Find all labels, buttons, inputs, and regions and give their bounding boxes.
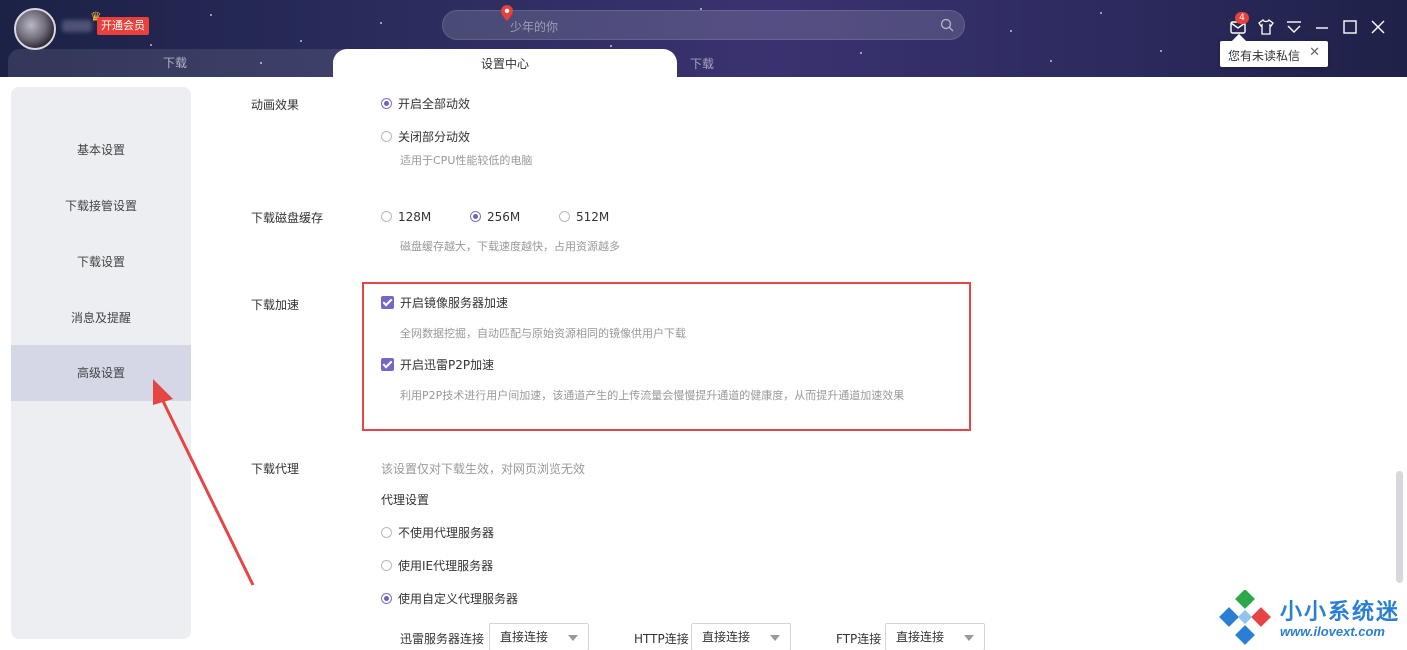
- title-bar: ♛ 开通会员 少年的你 4 下载 下载: [0, 0, 1407, 77]
- chevron-down-icon: [964, 635, 974, 641]
- vip-button[interactable]: 开通会员: [97, 17, 149, 35]
- annotation-arrow: [153, 379, 255, 586]
- option-label: 使用自定义代理服务器: [398, 592, 519, 606]
- tooltip-text: 您有未读私信: [1228, 49, 1301, 63]
- sidebar-item-download-takeover[interactable]: 下载接管设置: [11, 178, 191, 234]
- animation-hint: 适用于CPU性能较低的电脑: [400, 154, 533, 167]
- sidebar-item-download[interactable]: 下载设置: [11, 234, 191, 290]
- cache-option-512[interactable]: 512M: [559, 209, 609, 225]
- chevron-down-icon: [568, 635, 578, 641]
- menu-dropdown-icon[interactable]: [1285, 18, 1303, 36]
- p2p-acceleration-checkbox[interactable]: 开启迅雷P2P加速: [381, 357, 494, 373]
- select-value: 直接连接: [500, 630, 549, 644]
- checkbox-checked[interactable]: [381, 358, 394, 371]
- mirror-acceleration-checkbox[interactable]: 开启镜像服务器加速: [381, 295, 508, 311]
- tab-settings[interactable]: 设置中心: [333, 49, 677, 79]
- username-blurred: [62, 20, 92, 32]
- radio-unselected[interactable]: [381, 560, 392, 571]
- acceleration-label: 下载加速: [251, 298, 300, 312]
- checkbox-checked[interactable]: [381, 296, 394, 309]
- disk-cache-label: 下载磁盘缓存: [251, 211, 324, 225]
- radio-selected[interactable]: [470, 211, 481, 222]
- p2p-hint: 利用P2P技术进行用户间加速，该通道产生的上传流量会慢慢提升通道的健康度，从而提…: [400, 389, 905, 402]
- disk-cache-hint: 磁盘缓存越大，下载速度越快，占用资源越多: [400, 240, 620, 253]
- http-connection-select[interactable]: 直接连接: [691, 623, 791, 650]
- cache-option-128[interactable]: 128M: [381, 209, 431, 225]
- search-box[interactable]: 少年的你: [442, 5, 965, 40]
- ftp-connection-select[interactable]: 直接连接: [885, 623, 985, 650]
- animation-label: 动画效果: [251, 98, 300, 112]
- sidebar-item-basic[interactable]: 基本设置: [11, 122, 191, 178]
- sidebar-item-notifications[interactable]: 消息及提醒: [11, 290, 191, 346]
- radio-unselected[interactable]: [381, 131, 392, 142]
- search-icon[interactable]: [940, 18, 954, 32]
- mirror-hint: 全网数据挖掘，自动匹配与原始资源相同的镜像供用户下载: [400, 327, 686, 340]
- watermark-url: www.ilovext.com: [1280, 624, 1385, 639]
- ftp-connection-label: FTP连接: [836, 632, 882, 646]
- chevron-down-icon: [770, 635, 780, 641]
- watermark-title: 小小系统迷: [1280, 600, 1401, 625]
- settings-content: 基本设置 下载接管设置 下载设置 消息及提醒 高级设置 动画效果 开启全部动效 …: [0, 77, 1407, 650]
- radio-selected[interactable]: [381, 593, 392, 604]
- tab-download[interactable]: 下载: [0, 50, 350, 77]
- option-label: 开启全部动效: [398, 97, 471, 111]
- option-label: 256M: [487, 210, 521, 224]
- avatar[interactable]: [14, 8, 56, 50]
- thunder-connection-select[interactable]: 直接连接: [489, 623, 589, 650]
- proxy-note: 该设置仅对下载生效，对网页浏览无效: [381, 462, 586, 476]
- proxy-subheading: 代理设置: [381, 493, 430, 507]
- animation-option-all[interactable]: 开启全部动效: [381, 96, 470, 112]
- select-value: 直接连接: [702, 630, 751, 644]
- option-label: 不使用代理服务器: [398, 526, 495, 540]
- cache-option-256[interactable]: 256M: [470, 209, 520, 225]
- close-icon[interactable]: [1369, 18, 1387, 36]
- maximize-icon[interactable]: [1341, 18, 1359, 36]
- radio-unselected[interactable]: [381, 211, 392, 222]
- select-value: 直接连接: [896, 630, 945, 644]
- tooltip-close-icon[interactable]: ✕: [1309, 45, 1320, 60]
- radio-unselected[interactable]: [559, 211, 570, 222]
- tab-download-secondary[interactable]: 下载: [672, 52, 732, 77]
- radio-selected[interactable]: [381, 98, 392, 109]
- scrollbar[interactable]: [1396, 471, 1403, 583]
- proxy-option-none[interactable]: 不使用代理服务器: [381, 525, 494, 541]
- option-label: 开启镜像服务器加速: [400, 296, 509, 310]
- message-badge: 4: [1235, 12, 1249, 24]
- search-placeholder: 少年的你: [510, 20, 559, 34]
- watermark: 小小系统迷 www.ilovext.com: [1216, 589, 1406, 646]
- option-label: 关闭部分动效: [398, 130, 471, 144]
- thunder-connection-label: 迅雷服务器连接: [400, 632, 485, 646]
- watermark-logo: [1219, 589, 1271, 645]
- http-connection-label: HTTP连接: [634, 632, 689, 646]
- radio-unselected[interactable]: [381, 527, 392, 538]
- option-label: 开启迅雷P2P加速: [400, 358, 495, 372]
- skin-shirt-icon[interactable]: [1257, 18, 1275, 36]
- option-label: 使用IE代理服务器: [398, 559, 494, 573]
- minimize-icon[interactable]: [1313, 18, 1331, 36]
- proxy-option-ie[interactable]: 使用IE代理服务器: [381, 558, 493, 574]
- option-label: 128M: [398, 210, 432, 224]
- unread-message-tooltip: 您有未读私信 ✕: [1220, 33, 1328, 67]
- option-label: 512M: [576, 210, 610, 224]
- animation-option-partial[interactable]: 关闭部分动效: [381, 129, 470, 145]
- proxy-option-custom[interactable]: 使用自定义代理服务器: [381, 591, 518, 607]
